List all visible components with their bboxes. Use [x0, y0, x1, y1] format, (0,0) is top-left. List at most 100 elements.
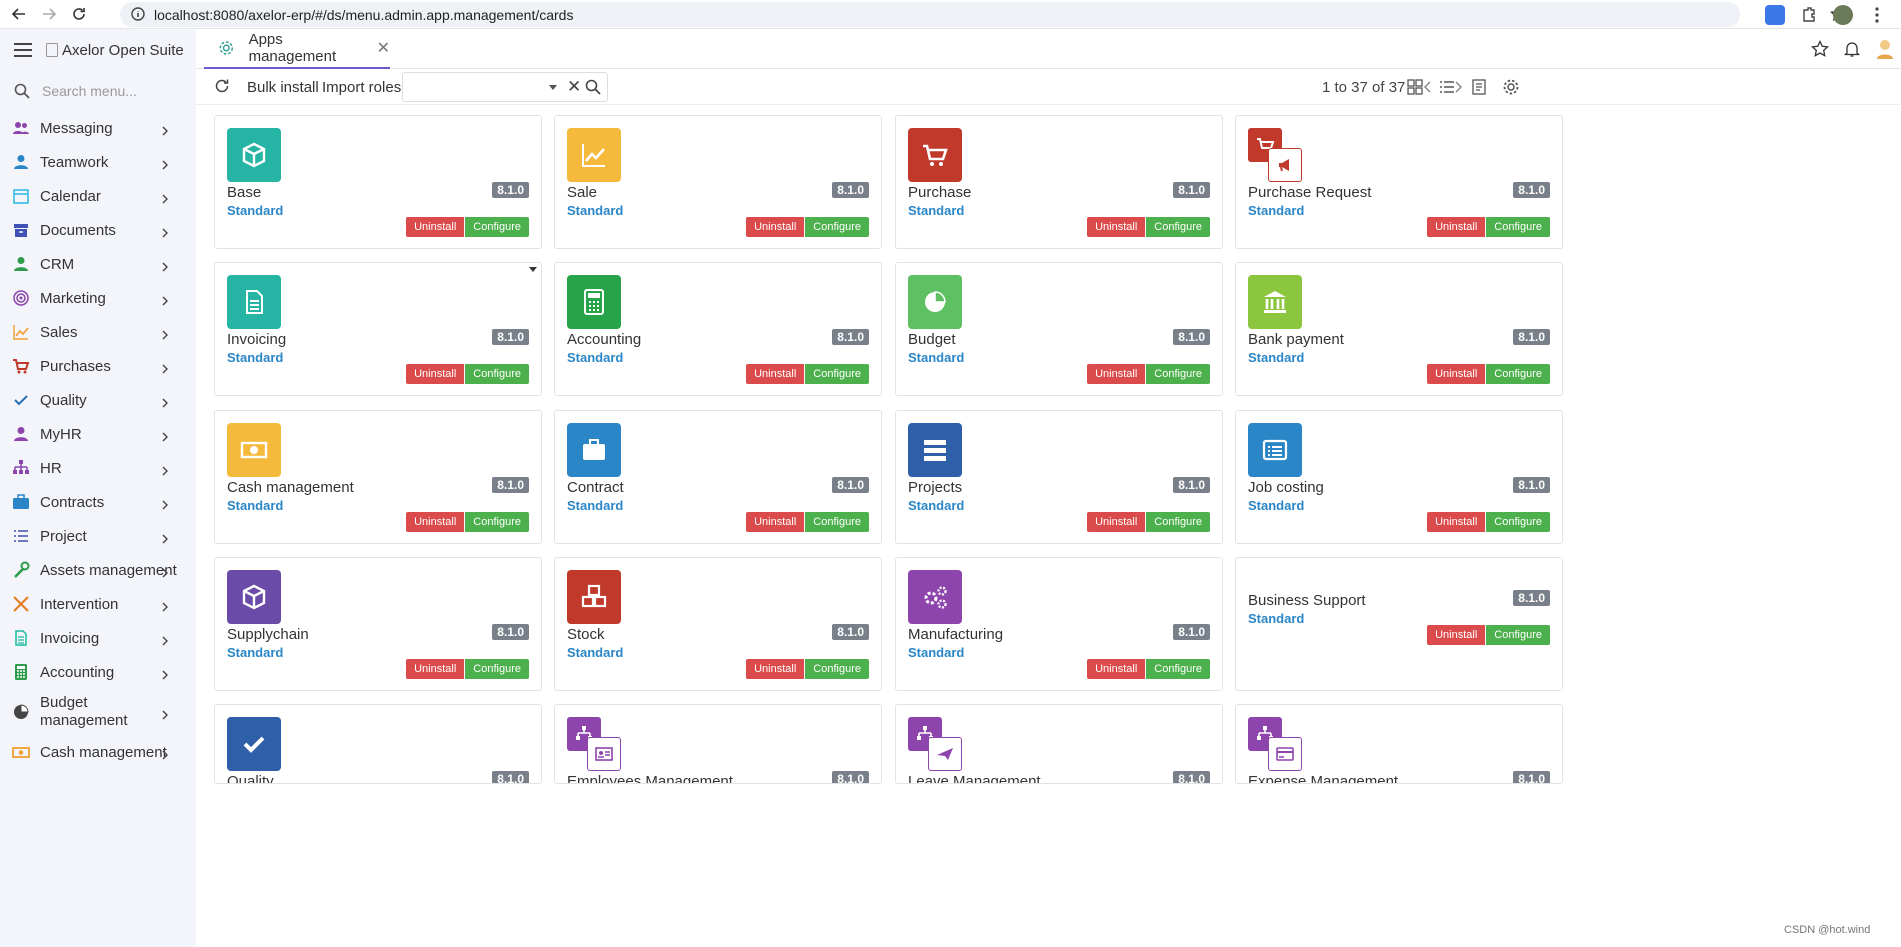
configure-button[interactable]: Configure: [1486, 625, 1550, 645]
chevron-right-icon[interactable]: [160, 463, 170, 476]
app-card-projects[interactable]: Projects Standard 8.1.0 Uninstall Configure: [895, 410, 1223, 544]
configure-button[interactable]: Configure: [1146, 364, 1210, 384]
uninstall-button[interactable]: Uninstall: [1427, 364, 1486, 384]
configure-button[interactable]: Configure: [1146, 217, 1210, 237]
app-card-bank-payment[interactable]: Bank payment Standard 8.1.0 Uninstall Config…: [1235, 262, 1563, 396]
configure-button[interactable]: Configure: [465, 512, 529, 532]
chevron-right-icon[interactable]: [160, 395, 170, 408]
app-card-manufacturing[interactable]: Manufacturing Standard 8.1.0 Uninstall Confi…: [895, 557, 1223, 691]
app-card-cash-management[interactable]: Cash management Standard 8.1.0 Uninstall Con…: [214, 410, 542, 544]
uninstall-button[interactable]: Uninstall: [746, 364, 805, 384]
sidebar-item-contracts[interactable]: Contracts: [0, 485, 196, 519]
app-card-contract[interactable]: Contract Standard 8.1.0 Uninstall Configure: [554, 410, 882, 544]
chevron-right-icon[interactable]: [160, 531, 170, 544]
uninstall-button[interactable]: Uninstall: [1087, 217, 1146, 237]
uninstall-button[interactable]: Uninstall: [1087, 659, 1146, 679]
menu-search-input[interactable]: Search menu...: [42, 83, 137, 99]
configure-button[interactable]: Configure: [1486, 364, 1550, 384]
sidebar-item-crm[interactable]: CRM: [0, 247, 196, 281]
app-card-stock[interactable]: Stock Standard 8.1.0 Uninstall Configure: [554, 557, 882, 691]
app-card-job-costing[interactable]: Job costing Standard 8.1.0 Uninstall Configu…: [1235, 410, 1563, 544]
configure-button[interactable]: Configure: [1486, 512, 1550, 532]
configure-button[interactable]: Configure: [805, 512, 869, 532]
uninstall-button[interactable]: Uninstall: [746, 217, 805, 237]
sidebar-item-budget-management[interactable]: Budget management: [0, 689, 196, 735]
user-avatar[interactable]: [1875, 38, 1901, 60]
chevron-right-icon[interactable]: [160, 123, 170, 136]
sidebar-item-messaging[interactable]: Messaging: [0, 111, 196, 145]
configure-button[interactable]: Configure: [1146, 512, 1210, 532]
sidebar-item-invoicing[interactable]: Invoicing: [0, 621, 196, 655]
configure-button[interactable]: Configure: [465, 659, 529, 679]
close-tab-icon[interactable]: ✕: [377, 38, 390, 58]
app-card-leave-management[interactable]: Leave Management 8.1.0: [895, 704, 1223, 784]
chevron-right-icon[interactable]: [160, 259, 170, 272]
sidebar-item-quality[interactable]: Quality: [0, 383, 196, 417]
sidebar-item-hr[interactable]: HR: [0, 451, 196, 485]
favorite-star-icon[interactable]: [1811, 40, 1829, 58]
back-icon[interactable]: [8, 3, 30, 25]
configure-button[interactable]: Configure: [1486, 217, 1550, 237]
sidebar-item-calendar[interactable]: Calendar: [0, 179, 196, 213]
address-bar[interactable]: localhost:8080/axelor-erp/#/ds/menu.admi…: [120, 2, 1847, 27]
profile-avatar[interactable]: [1833, 4, 1853, 25]
configure-button[interactable]: Configure: [1146, 659, 1210, 679]
sidebar-item-myhr[interactable]: MyHR: [0, 417, 196, 451]
sidebar-item-project[interactable]: Project: [0, 519, 196, 553]
app-card-supplychain[interactable]: Supplychain Standard 8.1.0 Uninstall Configu…: [214, 557, 542, 691]
search-icon[interactable]: [585, 79, 601, 95]
sidebar-item-accounting[interactable]: Accounting: [0, 655, 196, 689]
sidebar-item-assets-management[interactable]: Assets management: [0, 553, 196, 587]
filter-search-box[interactable]: ✕: [402, 72, 608, 102]
app-card-purchase[interactable]: Purchase Standard 8.1.0 Uninstall Configure: [895, 115, 1223, 249]
app-card-business-support[interactable]: Business Support Standard 8.1.0 Uninstall Co…: [1235, 557, 1563, 691]
sidebar-item-marketing[interactable]: Marketing: [0, 281, 196, 315]
chevron-right-icon[interactable]: [160, 293, 170, 306]
sidebar-item-documents[interactable]: Documents: [0, 213, 196, 247]
chevron-right-icon[interactable]: [160, 225, 170, 238]
uninstall-button[interactable]: Uninstall: [1427, 217, 1486, 237]
cards-view-icon[interactable]: [1406, 78, 1424, 96]
tab-apps-management[interactable]: Apps management ✕: [204, 29, 390, 69]
extensions-icon[interactable]: [1799, 5, 1819, 25]
chevron-right-icon[interactable]: [160, 429, 170, 442]
chevron-right-icon[interactable]: [160, 497, 170, 510]
uninstall-button[interactable]: Uninstall: [746, 512, 805, 532]
chevron-right-icon[interactable]: [160, 191, 170, 204]
card-dropdown-icon[interactable]: [529, 267, 537, 272]
app-card-purchase-request[interactable]: Purchase Request Standard 8.1.0 Uninstall Co…: [1235, 115, 1563, 249]
app-card-sale[interactable]: Sale Standard 8.1.0 Uninstall Configure: [554, 115, 882, 249]
sidebar-item-sales[interactable]: Sales: [0, 315, 196, 349]
app-card-invoicing[interactable]: Invoicing Standard 8.1.0 Uninstall Configure: [214, 262, 542, 396]
app-card-employees-management[interactable]: Employees Management 8.1.0: [554, 704, 882, 784]
chevron-right-icon[interactable]: [160, 707, 170, 720]
chevron-right-icon[interactable]: [160, 327, 170, 340]
uninstall-button[interactable]: Uninstall: [1427, 512, 1486, 532]
hamburger-menu-icon[interactable]: [14, 43, 32, 57]
uninstall-button[interactable]: Uninstall: [1087, 512, 1146, 532]
configure-button[interactable]: Configure: [465, 364, 529, 384]
configure-button[interactable]: Configure: [805, 659, 869, 679]
translate-icon[interactable]: [1765, 4, 1785, 25]
import-roles-button[interactable]: Import roles: [322, 69, 401, 105]
bulk-install-button[interactable]: Bulk install: [247, 69, 319, 105]
uninstall-button[interactable]: Uninstall: [406, 364, 465, 384]
site-info-icon[interactable]: [130, 6, 146, 22]
app-card-base[interactable]: Base Standard 8.1.0 Uninstall Configure: [214, 115, 542, 249]
chevron-right-icon[interactable]: [160, 599, 170, 612]
forward-icon[interactable]: [38, 3, 60, 25]
configure-button[interactable]: Configure: [805, 364, 869, 384]
menu-search[interactable]: Search menu...: [0, 71, 196, 111]
form-view-icon[interactable]: [1470, 78, 1488, 96]
app-logo[interactable]: Axelor Open Suite: [46, 42, 184, 59]
browser-menu-icon[interactable]: [1867, 5, 1887, 25]
configure-button[interactable]: Configure: [465, 217, 529, 237]
settings-gear-icon[interactable]: [1502, 78, 1520, 96]
uninstall-button[interactable]: Uninstall: [406, 512, 465, 532]
chevron-right-icon[interactable]: [160, 667, 170, 680]
chevron-right-icon[interactable]: [160, 157, 170, 170]
sidebar-item-purchases[interactable]: Purchases: [0, 349, 196, 383]
app-card-expense-management[interactable]: Expense Management 8.1.0: [1235, 704, 1563, 784]
app-card-accounting[interactable]: Accounting Standard 8.1.0 Uninstall Configur…: [554, 262, 882, 396]
uninstall-button[interactable]: Uninstall: [746, 659, 805, 679]
